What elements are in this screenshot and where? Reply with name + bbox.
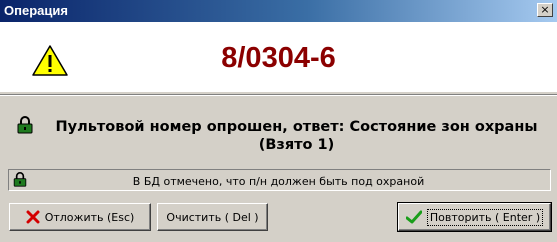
- case-number: 8/0304-6: [221, 42, 336, 74]
- clear-button[interactable]: Очистить ( Del ): [157, 203, 268, 231]
- status-message: Пультовой номер опрошен, ответ: Состояни…: [55, 119, 538, 153]
- repeat-button-label: Повторить ( Enter ): [426, 208, 544, 226]
- repeat-button[interactable]: Повторить ( Enter ): [397, 202, 552, 232]
- clear-button-label: Очистить ( Del ): [166, 210, 259, 224]
- padlock-icon: [17, 116, 33, 134]
- close-button[interactable]: ×: [537, 3, 553, 17]
- postpone-button-label: Отложить (Esc): [44, 210, 135, 224]
- divider: [0, 94, 557, 96]
- title-bar[interactable]: Операция ×: [0, 0, 557, 22]
- operation-dialog: Операция × 8/0304-6 Пультовой номер опро…: [0, 0, 557, 242]
- green-check-icon: [405, 210, 422, 224]
- postpone-button[interactable]: Отложить (Esc): [9, 203, 151, 231]
- red-x-icon: [26, 210, 40, 224]
- window-title: Операция: [4, 3, 68, 18]
- info-message: В БД отмечено, что п/н должен быть под о…: [132, 175, 425, 188]
